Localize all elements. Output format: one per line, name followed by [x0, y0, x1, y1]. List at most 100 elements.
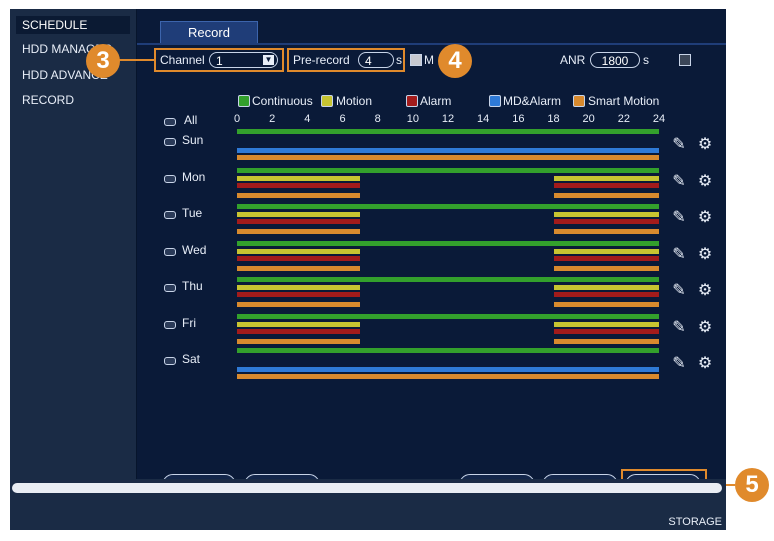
anr-value: 1800 [601, 54, 629, 68]
callout-prerecord-box [287, 48, 405, 72]
schedule-bar[interactable] [237, 148, 659, 153]
hour-tick: 6 [339, 113, 346, 125]
edit-icon[interactable]: ✎ [670, 173, 688, 191]
schedule-bar[interactable] [237, 193, 361, 198]
schedule-bar[interactable] [237, 204, 659, 209]
edit-icon[interactable]: ✎ [670, 246, 688, 264]
hour-tick: 24 [652, 113, 666, 125]
legend-label-alarm: Alarm [420, 94, 452, 108]
hour-tick: 4 [304, 113, 311, 125]
schedule-bar[interactable] [237, 322, 361, 327]
schedule-bar[interactable] [553, 266, 659, 271]
schedule-bar[interactable] [553, 183, 659, 188]
schedule-bar[interactable] [237, 302, 361, 307]
callout-channel-box [154, 48, 284, 72]
day-checkbox[interactable] [164, 321, 176, 329]
schedule-bar[interactable] [237, 129, 659, 134]
gear-icon[interactable]: ⚙ [696, 355, 714, 373]
legend-swatch-md-alarm[interactable] [489, 95, 501, 107]
schedule-bar[interactable] [237, 183, 361, 188]
day-checkbox[interactable] [164, 248, 176, 256]
gear-icon[interactable]: ⚙ [696, 246, 714, 264]
day-checkbox[interactable] [164, 211, 176, 219]
schedule-bar[interactable] [553, 256, 659, 261]
edit-icon[interactable]: ✎ [670, 209, 688, 227]
hour-tick: 14 [477, 113, 490, 125]
gear-icon[interactable]: ⚙ [696, 136, 714, 154]
schedule-bar[interactable] [553, 219, 659, 224]
all-label: All [184, 113, 198, 127]
schedule-bar[interactable] [237, 329, 361, 334]
edit-icon[interactable]: ✎ [670, 136, 688, 154]
edit-icon[interactable]: ✎ [670, 319, 688, 337]
day-checkbox[interactable] [164, 138, 176, 146]
day-label: Tue [182, 206, 203, 220]
schedule-bar[interactable] [237, 367, 659, 372]
mark-label: M [424, 53, 434, 67]
edit-icon[interactable]: ✎ [670, 282, 688, 300]
gear-icon[interactable]: ⚙ [696, 173, 714, 191]
schedule-bar[interactable] [553, 193, 659, 198]
callout-3-badge: 3 [86, 44, 120, 78]
schedule-bar[interactable] [553, 322, 659, 327]
schedule-bar[interactable] [553, 176, 659, 181]
day-label: Thu [182, 279, 203, 293]
schedule-bar[interactable] [553, 229, 659, 234]
legend-label-motion: Motion [336, 94, 373, 108]
legend-swatch-smart-motion[interactable] [573, 95, 585, 107]
sidebar-item-schedule[interactable]: SCHEDULE [16, 16, 130, 34]
legend-label-continuous: Continuous [252, 94, 313, 108]
hour-tick: 10 [406, 113, 419, 125]
anr-input[interactable]: 1800 [590, 52, 640, 68]
schedule-bar[interactable] [553, 329, 659, 334]
schedule-bar[interactable] [237, 348, 659, 353]
day-checkbox[interactable] [164, 175, 176, 183]
edit-icon[interactable]: ✎ [670, 355, 688, 373]
schedule-bar[interactable] [237, 285, 361, 290]
gear-icon[interactable]: ⚙ [696, 282, 714, 300]
schedule-bar[interactable] [237, 277, 659, 282]
hour-tick: 0 [233, 113, 241, 125]
schedule-bar[interactable] [553, 249, 659, 254]
tab-record[interactable]: Record [160, 21, 258, 44]
schedule-bar[interactable] [237, 155, 659, 160]
gear-icon[interactable]: ⚙ [696, 209, 714, 227]
mark-checkbox[interactable] [410, 54, 422, 66]
tab-divider [137, 43, 726, 45]
schedule-bar[interactable] [553, 285, 659, 290]
schedule-bar[interactable] [237, 256, 361, 261]
day-checkbox[interactable] [164, 357, 176, 365]
callout-5-badge: 5 [735, 468, 769, 502]
schedule-bar[interactable] [237, 266, 361, 271]
sidebar-item-record[interactable]: RECORD [16, 91, 74, 109]
schedule-bar[interactable] [237, 168, 659, 173]
schedule-bar[interactable] [553, 302, 659, 307]
schedule-bar[interactable] [237, 241, 659, 246]
schedule-bar[interactable] [237, 292, 361, 297]
schedule-bar[interactable] [237, 176, 361, 181]
anr-checkbox[interactable] [679, 54, 691, 66]
schedule-bar[interactable] [553, 292, 659, 297]
day-checkbox[interactable] [164, 284, 176, 292]
schedule-bar[interactable] [237, 374, 659, 379]
day-label: Mon [182, 170, 206, 184]
all-checkbox[interactable] [164, 118, 176, 126]
hour-tick: 12 [441, 113, 455, 125]
schedule-bar[interactable] [237, 339, 361, 344]
schedule-bar[interactable] [237, 219, 361, 224]
schedule-bar[interactable] [237, 229, 361, 234]
schedule-bar[interactable] [237, 314, 659, 319]
hour-tick: 16 [512, 113, 525, 125]
section-label: STORAGE [668, 516, 722, 528]
day-label: Sun [182, 133, 204, 147]
legend-swatch-motion[interactable] [321, 95, 333, 107]
schedule-bar[interactable] [553, 212, 659, 217]
callout-3-leader [118, 59, 156, 61]
schedule-bar[interactable] [237, 249, 361, 254]
schedule-bar[interactable] [237, 212, 361, 217]
legend-swatch-alarm[interactable] [406, 95, 418, 107]
callout-4-badge: 4 [438, 44, 472, 78]
gear-icon[interactable]: ⚙ [696, 319, 714, 337]
legend-swatch-continuous[interactable] [238, 95, 250, 107]
schedule-bar[interactable] [553, 339, 659, 344]
